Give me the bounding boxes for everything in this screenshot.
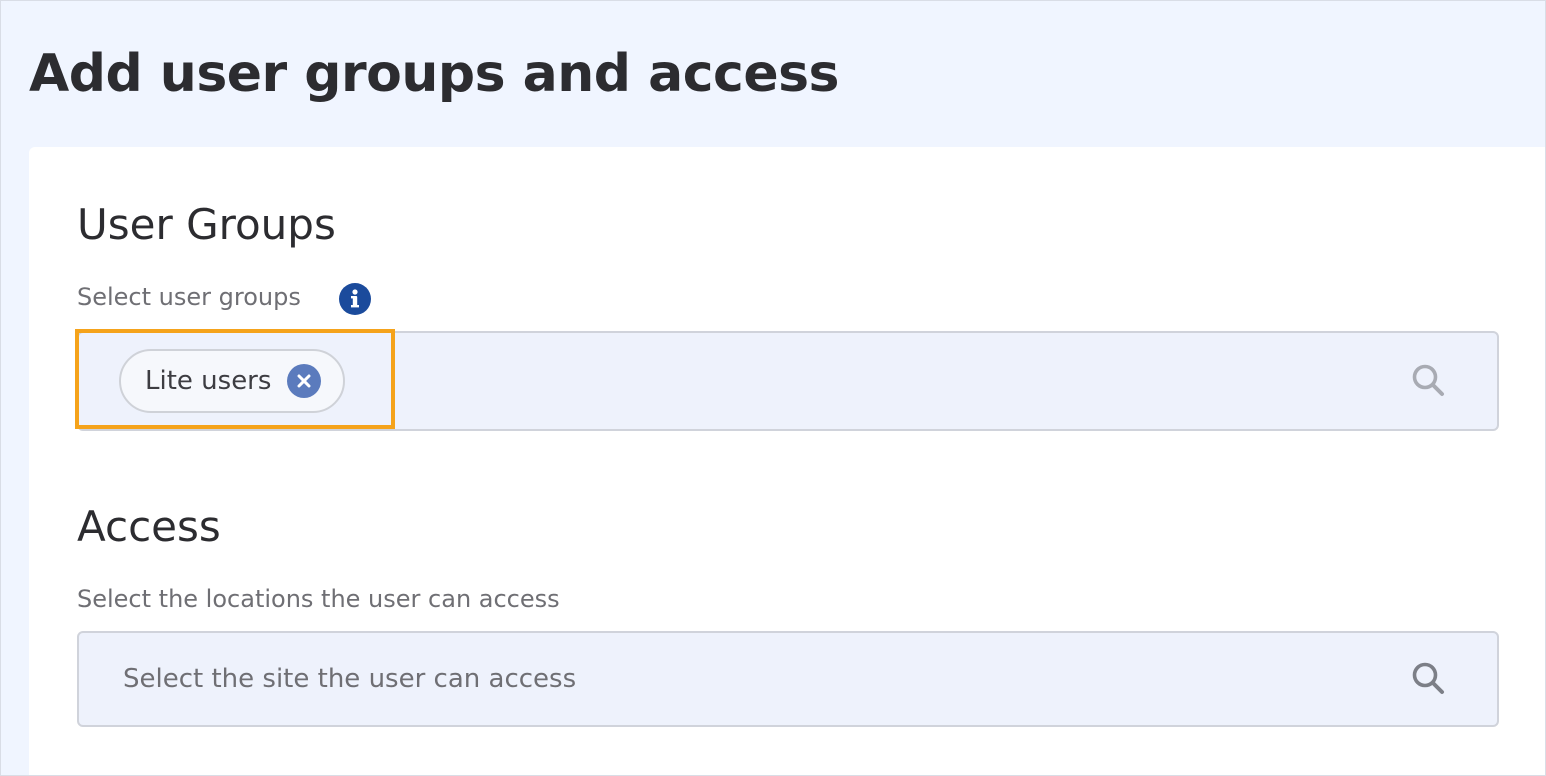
user-groups-select[interactable]: Lite users — [77, 331, 1499, 431]
access-heading: Access — [77, 502, 221, 551]
form-card: User Groups Select user groups Lite user… — [29, 147, 1545, 775]
info-circle-icon[interactable] — [339, 283, 371, 315]
page-frame: Add user groups and access User Groups S… — [0, 0, 1546, 776]
user-groups-heading: User Groups — [77, 200, 336, 249]
user-groups-label: Select user groups — [77, 283, 301, 311]
search-icon[interactable] — [1409, 361, 1449, 401]
page-title: Add user groups and access — [29, 44, 840, 104]
access-site-placeholder: Select the site the user can access — [123, 664, 577, 694]
search-icon[interactable] — [1409, 659, 1449, 699]
chip-label: Lite users — [145, 366, 272, 396]
access-label: Select the locations the user can access — [77, 585, 560, 613]
close-circle-icon[interactable] — [287, 364, 322, 398]
selected-chip-lite-users: Lite users — [119, 349, 346, 413]
access-site-select[interactable]: Select the site the user can access — [77, 631, 1499, 727]
